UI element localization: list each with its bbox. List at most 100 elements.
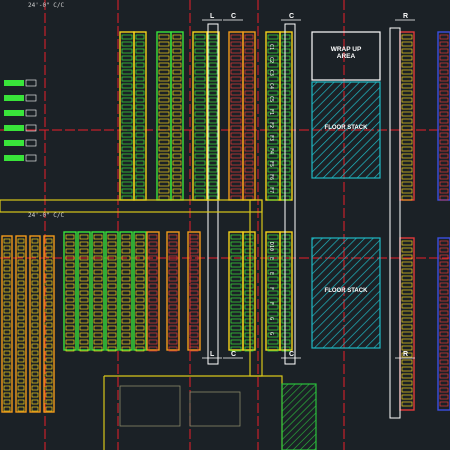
rack-bay: [107, 276, 117, 282]
rack-bay: [244, 111, 254, 117]
rack-bay: [65, 304, 75, 310]
rack-bay: [17, 266, 25, 272]
rack-code-label: F: [268, 302, 274, 305]
rack-bay: [194, 69, 206, 75]
rack-bay: [267, 62, 279, 68]
yellow-wall-horizontal: [0, 199, 263, 213]
rack-bay: [65, 269, 75, 275]
rack-bay: [281, 160, 291, 166]
rack-bay: [439, 324, 449, 330]
rack-bay: [135, 55, 145, 61]
rack-bay: [158, 146, 170, 152]
rack-bay: [439, 62, 449, 68]
rack-bay: [208, 160, 218, 166]
rack-bay: [121, 332, 131, 338]
rack-bay: [281, 339, 291, 345]
rack-bay: [244, 146, 254, 152]
rack-bay: [401, 401, 413, 407]
rack-bay: [401, 268, 413, 274]
rack-bay: [172, 111, 182, 117]
rack-bay: [135, 97, 145, 103]
rack-bay: [401, 118, 413, 124]
rack-bay: [79, 276, 89, 282]
rack-bay: [168, 318, 178, 324]
rack-bay: [148, 269, 158, 275]
rack-bay: [17, 343, 25, 349]
rack-bay: [17, 280, 25, 286]
rack-bay: [172, 55, 182, 61]
rack-bay: [230, 62, 242, 68]
rack-bay: [93, 325, 103, 331]
rack-code-label: C3: [268, 70, 274, 76]
rack-bay: [168, 339, 178, 345]
rack-bay: [439, 69, 449, 75]
rack-bay: [172, 34, 182, 40]
building-outline: [103, 375, 283, 450]
rack-bay: [439, 394, 449, 400]
rack-bay: [158, 167, 170, 173]
rack-bay: [267, 290, 279, 296]
wrap-up-area-label: WRAP UP AREA: [312, 46, 380, 61]
rack-bay: [65, 241, 75, 247]
rack-bay: [208, 125, 218, 131]
rack-code-label: F: [268, 287, 274, 290]
rack-bay: [401, 160, 413, 166]
rack-bay: [17, 357, 25, 363]
rack-bay: [45, 336, 53, 342]
rack-bay: [135, 111, 145, 117]
rack-bay: [45, 252, 53, 258]
aisle-tag-letter: R: [403, 351, 408, 358]
rack-bay: [281, 269, 291, 275]
rack-bay: [135, 118, 145, 124]
rack-bay: [230, 125, 242, 131]
rack-bay: [244, 174, 254, 180]
rack-bay: [244, 104, 254, 110]
rack-bay: [172, 188, 182, 194]
rack-bay: [189, 248, 199, 254]
rack-bay: [401, 146, 413, 152]
rack-bay: [148, 276, 158, 282]
rack-bay: [3, 245, 11, 251]
rack-bay: [439, 345, 449, 351]
rack-bay: [281, 332, 291, 338]
rack-bay: [31, 315, 39, 321]
floor-stack-bottom-label: FLOOR STACK: [324, 288, 368, 294]
rack-bay: [281, 188, 291, 194]
rack-bay: [230, 248, 242, 254]
rack-bay: [158, 139, 170, 145]
rack-bay: [189, 234, 199, 240]
rack-bay: [208, 69, 218, 75]
rack-bay: [244, 76, 254, 82]
rack-bay: [172, 118, 182, 124]
rack-bay: [17, 245, 25, 251]
rack-bay: [439, 34, 449, 40]
rack-bay: [3, 259, 11, 265]
rack-bay: [401, 324, 413, 330]
rack-bay: [194, 97, 206, 103]
rack-bay: [194, 55, 206, 61]
aisle-tag-letter: R: [403, 13, 408, 20]
rack-bay: [230, 83, 242, 89]
rack-bay: [148, 311, 158, 317]
rack-bay: [439, 167, 449, 173]
rack-bay: [401, 331, 413, 337]
rack-bay: [281, 325, 291, 331]
rack-bay: [135, 318, 145, 324]
green-hatched-zone: [281, 383, 317, 450]
rack-bay: [17, 385, 25, 391]
rack-bay: [439, 352, 449, 358]
rack-bay: [121, 174, 133, 180]
rack-bay: [79, 332, 89, 338]
rack-bay: [45, 259, 53, 265]
rack-bay: [208, 90, 218, 96]
rack-code-label: F3: [268, 135, 274, 141]
rack-bay: [121, 181, 133, 187]
rack-bay: [17, 322, 25, 328]
rack-bay: [230, 304, 242, 310]
rack-bay: [31, 259, 39, 265]
rack-bay: [31, 266, 39, 272]
rack-bay: [281, 104, 291, 110]
rack-code-label: E: [268, 272, 274, 275]
rack-bay: [3, 336, 11, 342]
rack-bay: [121, 241, 131, 247]
